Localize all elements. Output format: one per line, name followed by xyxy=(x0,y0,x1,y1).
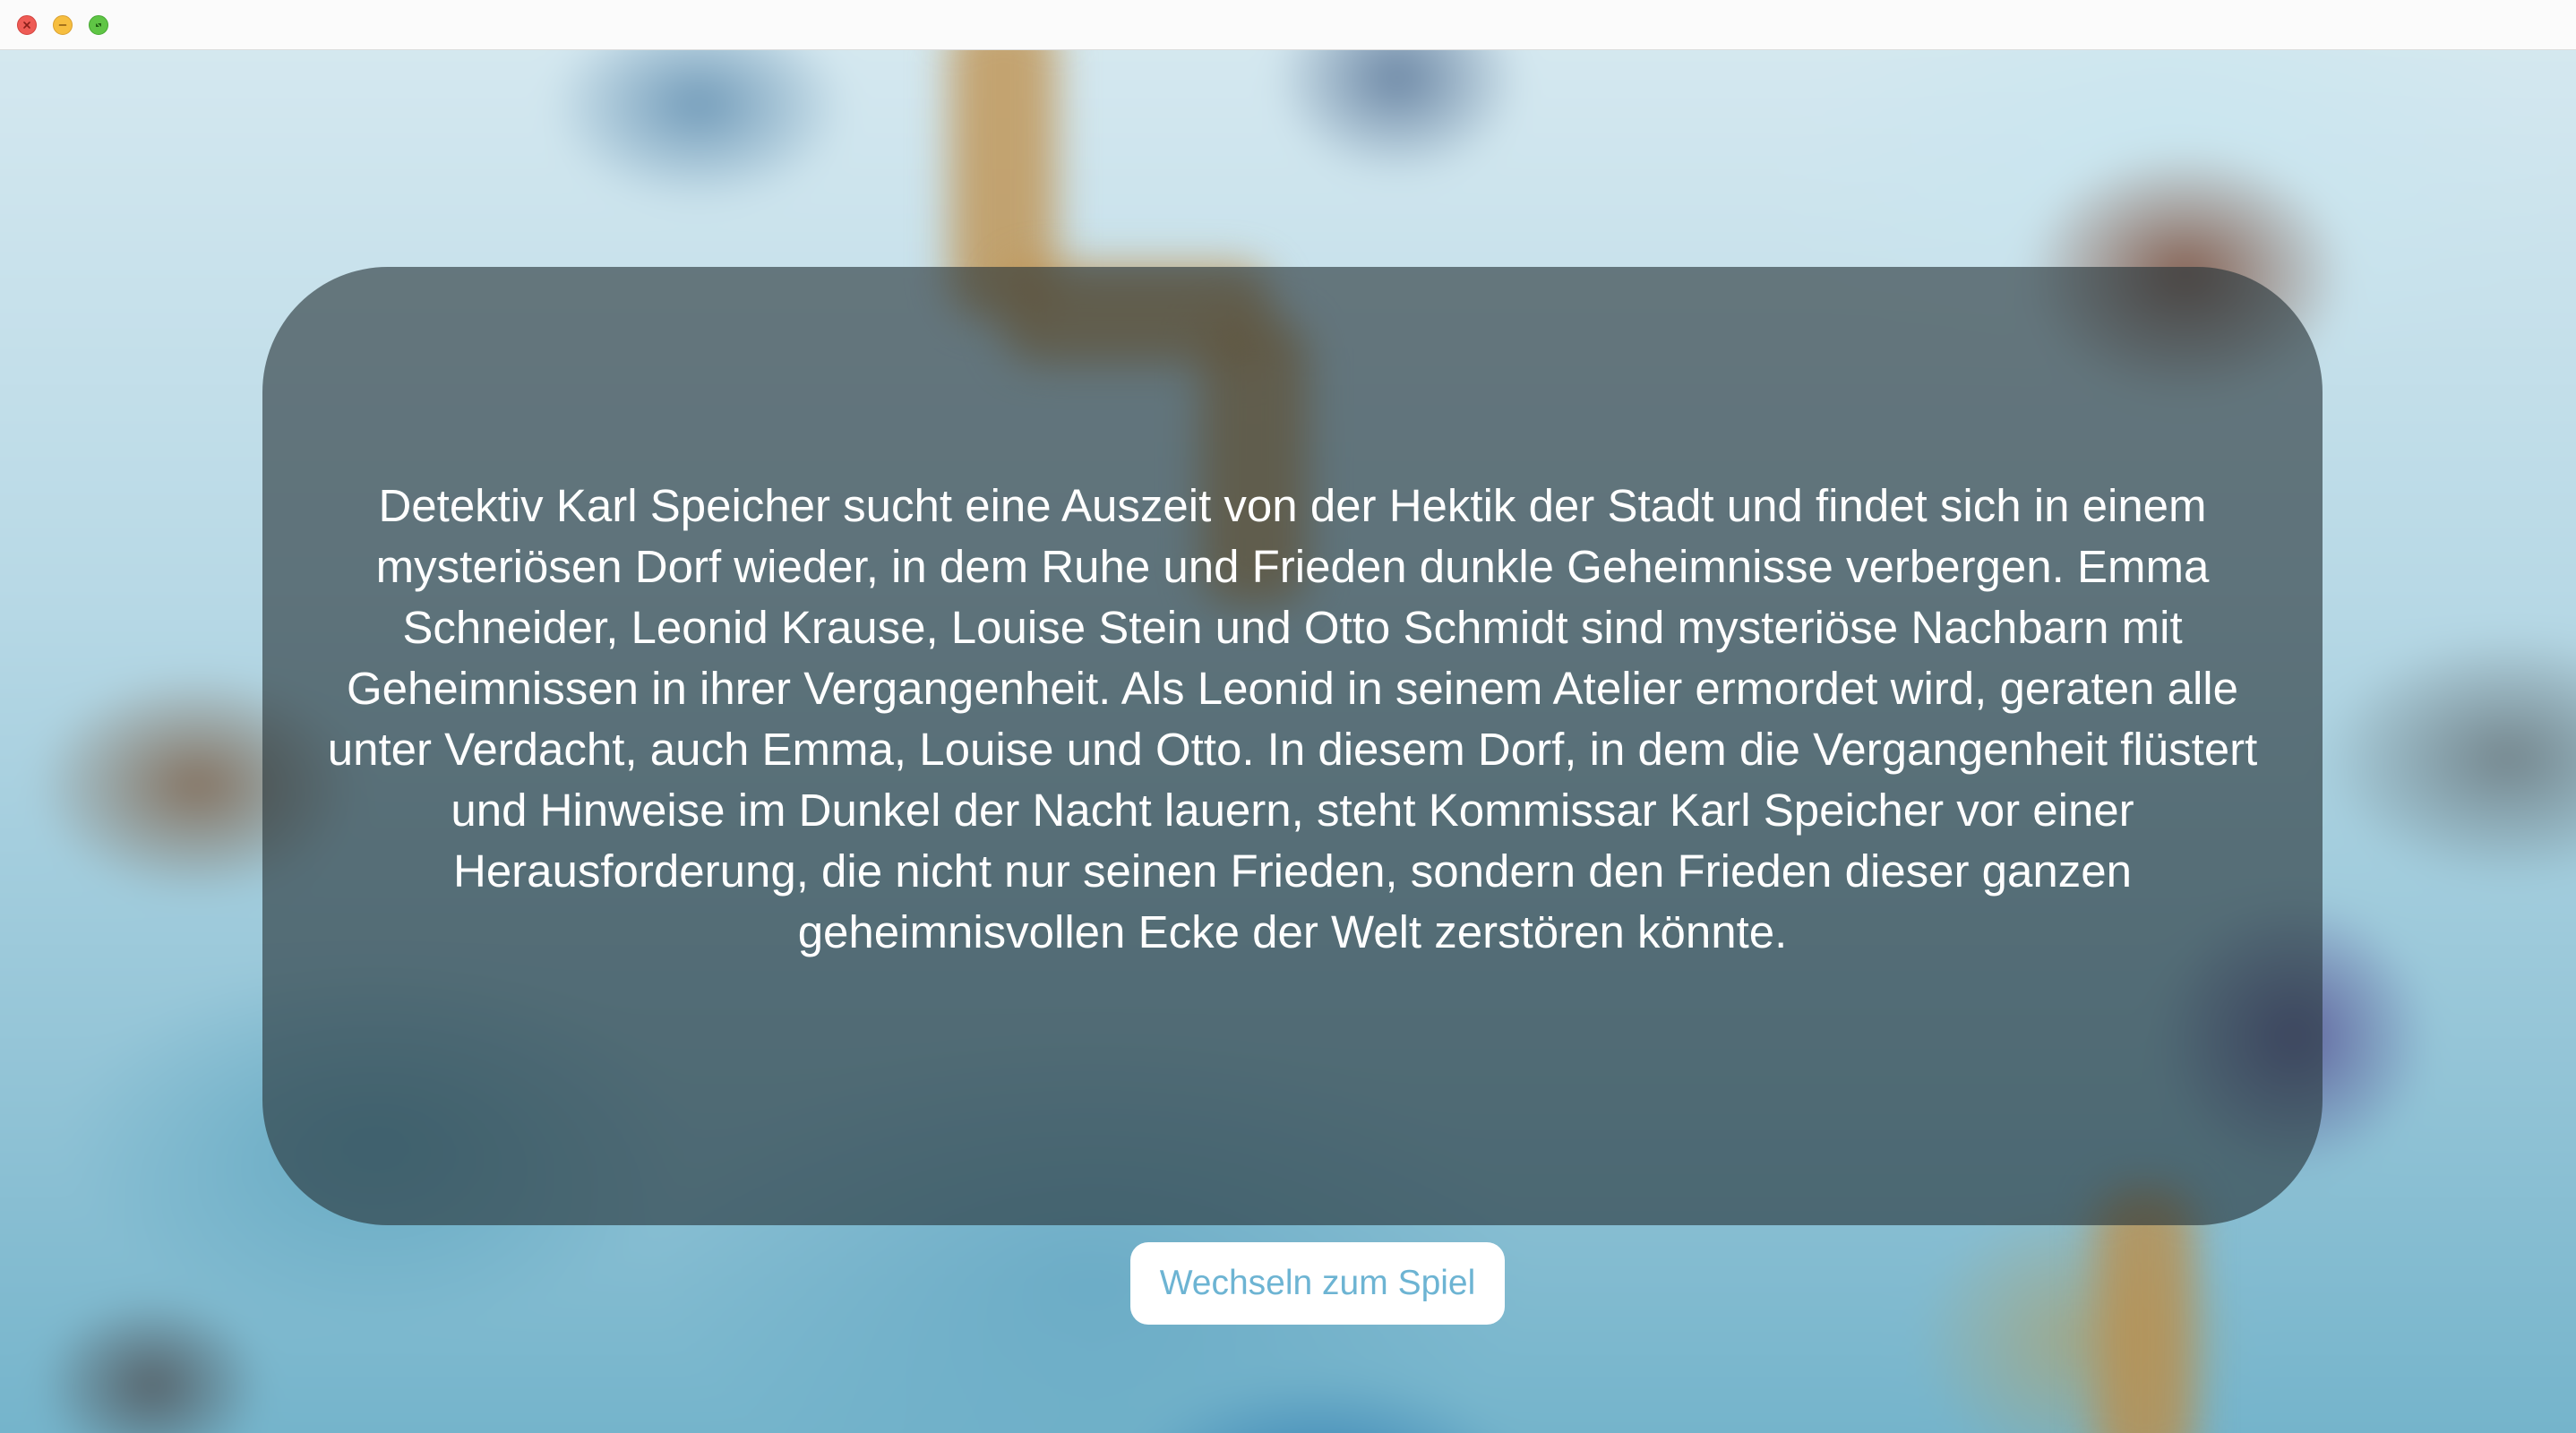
main-content: Detektiv Karl Speicher sucht eine Auszei… xyxy=(0,50,2576,1433)
zoom-icon[interactable] xyxy=(89,15,108,35)
app-window: Detektiv Karl Speicher sucht eine Auszei… xyxy=(0,0,2576,1433)
story-panel: Detektiv Karl Speicher sucht eine Auszei… xyxy=(262,267,2323,1225)
switch-to-game-button[interactable]: Wechseln zum Spiel xyxy=(1130,1242,1505,1325)
title-bar xyxy=(0,0,2576,50)
close-icon[interactable] xyxy=(17,15,37,35)
minimize-icon[interactable] xyxy=(53,15,73,35)
story-text: Detektiv Karl Speicher sucht eine Auszei… xyxy=(327,480,2258,957)
